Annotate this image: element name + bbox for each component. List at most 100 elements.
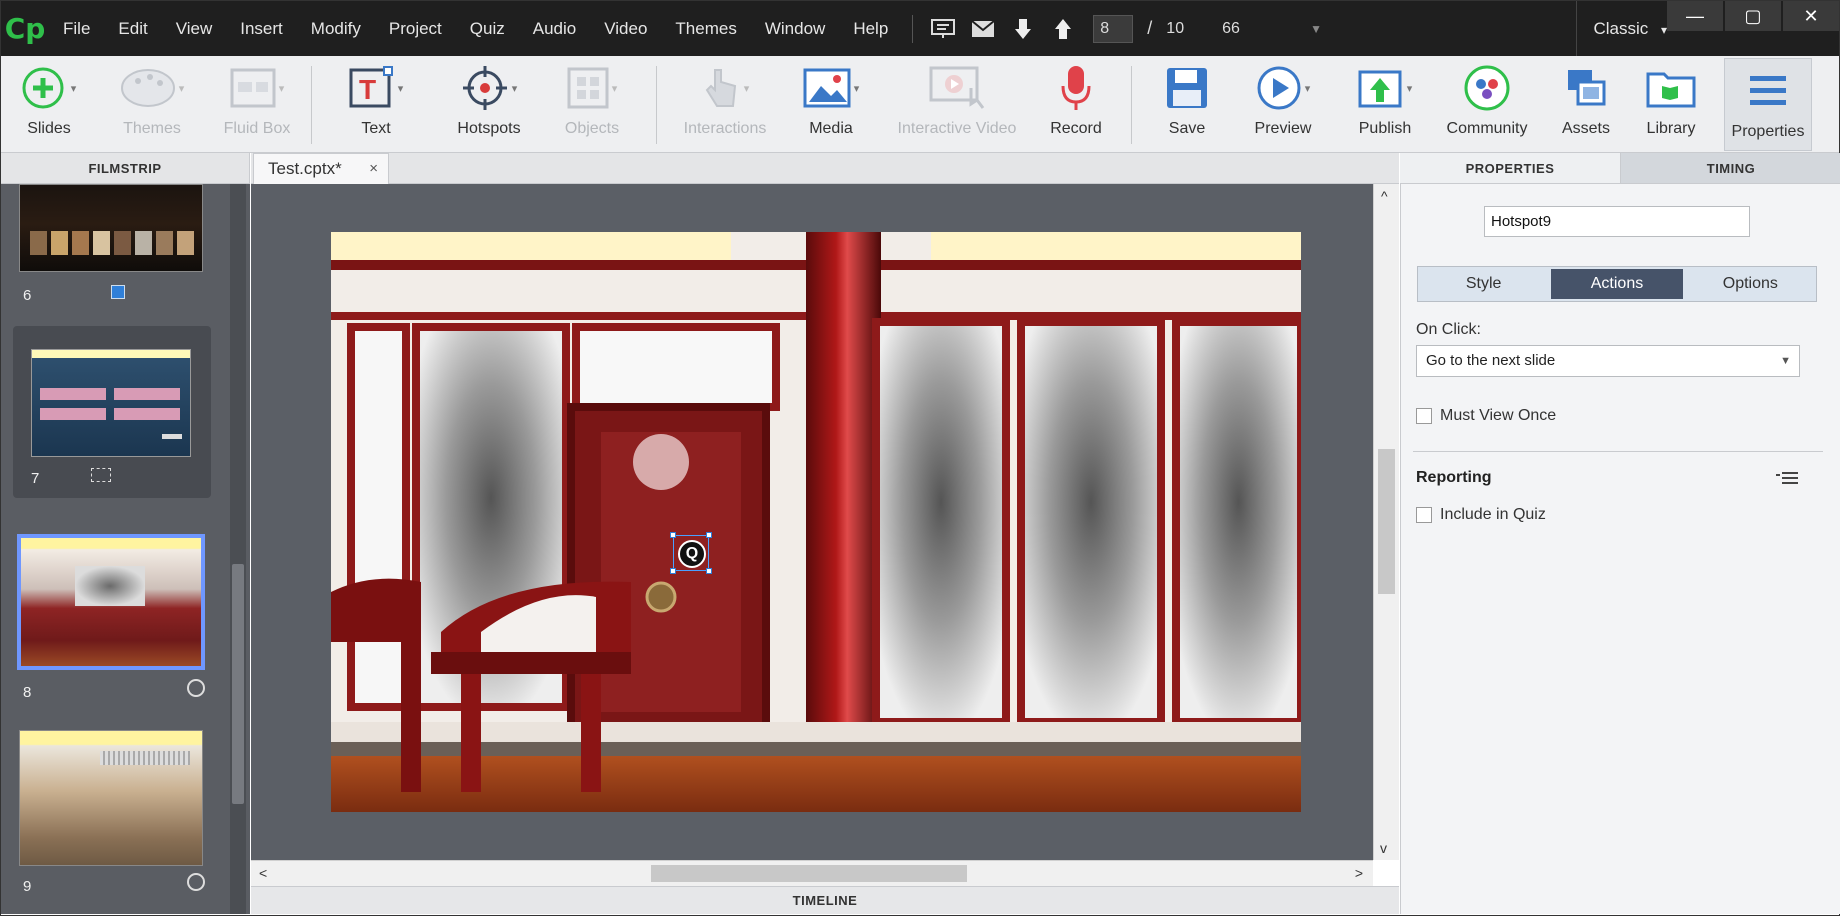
slide-thumbnail-8[interactable]: [17, 534, 205, 670]
on-click-label: On Click:: [1416, 321, 1481, 338]
slide-canvas[interactable]: Q: [331, 232, 1301, 812]
properties-icon: [1750, 76, 1786, 105]
zoom-dropdown-icon[interactable]: ▼: [1310, 22, 1322, 36]
properties-button[interactable]: Properties: [1724, 58, 1812, 151]
library-button[interactable]: Library: [1641, 56, 1701, 153]
publish-button[interactable]: ▾ Publish: [1349, 56, 1421, 153]
timeline-panel-header[interactable]: TIMELINE: [251, 886, 1399, 914]
hand-pointer-icon: [705, 69, 736, 107]
close-tab-icon[interactable]: ×: [369, 154, 378, 184]
library-label: Library: [1646, 120, 1696, 137]
must-view-once-row[interactable]: Must View Once: [1416, 407, 1556, 425]
current-slide-input[interactable]: 8: [1093, 14, 1134, 43]
properties-panel: Hotspot9 Style Actions Options On Click:…: [1400, 184, 1840, 914]
record-button[interactable]: Record: [1041, 56, 1111, 153]
menu-quiz[interactable]: Quiz: [456, 1, 519, 56]
community-icon: [1464, 65, 1510, 111]
close-window-button[interactable]: ✕: [1783, 1, 1839, 31]
image-icon: [803, 68, 851, 108]
interaction-marker-icon: [111, 285, 125, 299]
filmstrip-panel: 6 7 8 9: [1, 184, 250, 914]
slide-thumbnail-7[interactable]: [31, 349, 191, 457]
menu-window[interactable]: Window: [751, 1, 839, 56]
include-in-quiz-row[interactable]: Include in Quiz: [1416, 506, 1546, 524]
subtab-actions[interactable]: Actions: [1551, 269, 1683, 299]
menu-edit[interactable]: Edit: [104, 1, 161, 56]
hotspots-button[interactable]: ▾ Hotspots: [439, 56, 539, 153]
horizontal-scroll-thumb[interactable]: [651, 865, 967, 882]
subtab-options[interactable]: Options: [1685, 267, 1816, 301]
interactive-video-button[interactable]: Interactive Video: [889, 56, 1025, 153]
tab-timing[interactable]: TIMING: [1620, 153, 1840, 183]
hotspot-selection-box[interactable]: Q: [670, 532, 712, 574]
themes-button[interactable]: ▾ Themes: [111, 56, 193, 153]
slide-number-6: 6: [23, 287, 32, 304]
objects-button[interactable]: ▾ Objects: [547, 56, 637, 153]
scroll-left-icon[interactable]: <: [259, 865, 267, 881]
menu-help[interactable]: Help: [839, 1, 902, 56]
scroll-up-icon[interactable]: ^: [1381, 188, 1388, 204]
media-button[interactable]: ▾ Media: [793, 56, 869, 153]
arrow-up-icon[interactable]: [1046, 12, 1080, 46]
object-name-field[interactable]: Hotspot9: [1484, 206, 1750, 237]
menu-insert[interactable]: Insert: [226, 1, 297, 56]
text-button[interactable]: T ▾ Text: [344, 56, 408, 153]
slide-background-image: [331, 232, 1301, 812]
zoom-value[interactable]: 66: [1222, 20, 1310, 38]
filmstrip-panel-header[interactable]: FILMSTRIP: [1, 153, 250, 184]
menu-video[interactable]: Video: [590, 1, 661, 56]
slide-notes-icon[interactable]: [926, 12, 960, 46]
hotspot-icon[interactable]: Q: [678, 540, 706, 568]
stage-horizontal-scrollbar[interactable]: < >: [251, 860, 1373, 886]
include-in-quiz-checkbox[interactable]: [1416, 507, 1432, 523]
menu-themes[interactable]: Themes: [661, 1, 750, 56]
floppy-icon: [1167, 68, 1207, 108]
scroll-right-icon[interactable]: >: [1355, 865, 1363, 881]
workspace-switcher[interactable]: Classic ▾: [1576, 1, 1667, 56]
vertical-scroll-thumb[interactable]: [1378, 449, 1395, 594]
menu-project[interactable]: Project: [375, 1, 456, 56]
arrow-down-icon[interactable]: [1006, 12, 1040, 46]
app-logo: Cp: [4, 12, 46, 45]
media-label: Media: [809, 120, 853, 137]
community-label: Community: [1446, 120, 1528, 137]
must-view-once-checkbox[interactable]: [1416, 408, 1432, 424]
palette-icon: [120, 69, 175, 107]
filmstrip-scroll-thumb[interactable]: [232, 564, 244, 804]
tab-properties[interactable]: PROPERTIES: [1400, 153, 1620, 183]
total-slides: 10: [1166, 19, 1185, 37]
chevron-down-icon: ▼: [1780, 355, 1791, 367]
menubar-divider: [912, 14, 914, 43]
reporting-heading: Reporting: [1416, 469, 1492, 486]
slide-thumbnail-6[interactable]: [19, 184, 203, 272]
reporting-options-icon[interactable]: [1776, 470, 1798, 491]
assets-button[interactable]: Assets: [1559, 56, 1613, 153]
envelope-icon[interactable]: [966, 12, 1000, 46]
interactions-button[interactable]: ▾ Interactions: [671, 56, 779, 153]
properties-label: Properties: [1731, 123, 1805, 140]
menu-modify[interactable]: Modify: [297, 1, 375, 56]
crosshair-icon: [462, 66, 507, 110]
text-label: Text: [361, 120, 391, 137]
plus-circle-icon: [22, 67, 64, 109]
menu-view[interactable]: View: [162, 1, 227, 56]
preview-button[interactable]: ▾ Preview: [1249, 56, 1317, 153]
filmstrip-scrollbar[interactable]: [230, 184, 246, 914]
menu-file[interactable]: File: [49, 1, 104, 56]
maximize-button[interactable]: ▢: [1725, 1, 1781, 31]
toolbar-divider: [656, 66, 657, 144]
save-button[interactable]: Save: [1161, 56, 1213, 153]
minimize-button[interactable]: —: [1667, 1, 1723, 31]
document-tab[interactable]: Test.cptx* ×: [253, 153, 389, 184]
slides-button[interactable]: ▾ Slides: [15, 56, 83, 153]
fluid-box-button[interactable]: ▾ Fluid Box: [221, 56, 293, 153]
subtab-style[interactable]: Style: [1418, 267, 1549, 301]
slide-thumbnail-9[interactable]: [19, 730, 203, 866]
scroll-down-icon[interactable]: v: [1380, 840, 1387, 856]
menu-audio[interactable]: Audio: [519, 1, 590, 56]
publish-label: Publish: [1358, 120, 1412, 137]
on-click-dropdown[interactable]: Go to the next slide ▼: [1416, 345, 1800, 377]
document-tab-bar: Test.cptx* ×: [251, 153, 1399, 184]
stage-vertical-scrollbar[interactable]: ^ v: [1373, 184, 1399, 860]
community-button[interactable]: Community: [1443, 56, 1531, 153]
